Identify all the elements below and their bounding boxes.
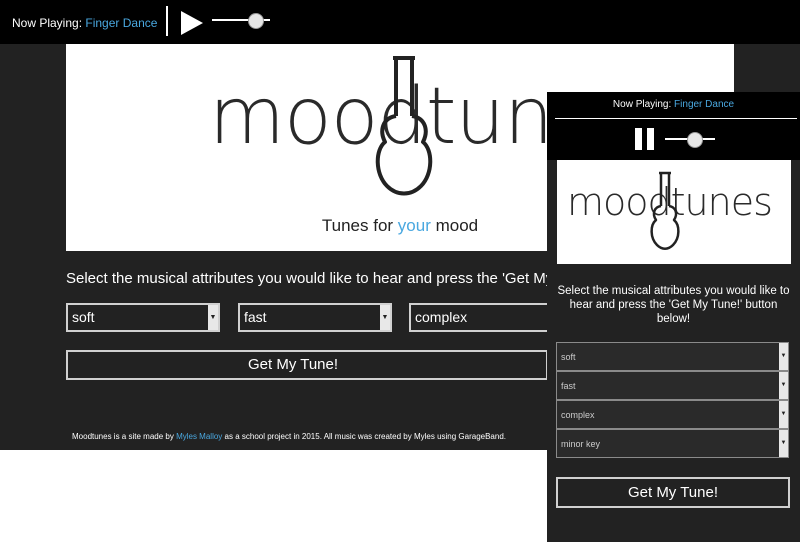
select-value: soft xyxy=(72,309,95,325)
mobile-player-bar: Now Playing: Finger Dance xyxy=(547,92,800,160)
chevron-down-icon: ▼ xyxy=(779,343,788,370)
pause-bar-left xyxy=(635,128,642,150)
mobile-view: Now Playing: Finger Dance moodtunes Sele… xyxy=(547,92,800,542)
select-tempo[interactable]: fast ▼ xyxy=(556,371,789,400)
footer-text-end: as a school project in 2015. All music w… xyxy=(222,432,506,441)
tagline-highlight: your xyxy=(397,216,431,235)
now-playing: Now Playing: Finger Dance xyxy=(547,99,800,110)
select-value: complex xyxy=(561,410,595,420)
volume-slider[interactable] xyxy=(665,132,715,148)
select-value: fast xyxy=(244,309,267,325)
instructions: Select the musical attributes you would … xyxy=(557,285,790,325)
pause-bar-right xyxy=(647,128,654,150)
volume-slider[interactable] xyxy=(212,13,270,29)
button-label: Get My Tune! xyxy=(248,356,339,373)
mobile-hero-banner: moodtunes xyxy=(557,160,791,264)
select-value: soft xyxy=(561,352,576,362)
select-value: minor key xyxy=(561,439,601,449)
divider xyxy=(555,118,797,119)
now-playing-song: Finger Dance xyxy=(85,16,158,30)
guitar-icon xyxy=(650,171,680,250)
guitar-icon xyxy=(375,56,433,196)
now-playing-label: Now Playing: xyxy=(12,16,83,30)
play-icon[interactable] xyxy=(180,10,204,36)
volume-knob[interactable] xyxy=(687,132,703,148)
footer-text: Moodtunes is a site made by xyxy=(72,432,177,441)
now-playing-label: Now Playing: xyxy=(612,99,672,110)
tagline-text: Tunes for xyxy=(321,216,398,235)
select-key[interactable]: minor key ▼ xyxy=(556,429,789,458)
volume-knob[interactable] xyxy=(248,13,264,29)
now-playing-song: Finger Dance xyxy=(674,99,735,110)
chevron-down-icon: ▼ xyxy=(779,401,788,428)
get-my-tune-button[interactable]: Get My Tune! xyxy=(66,350,548,380)
chevron-down-icon: ▼ xyxy=(208,305,218,330)
select-volume[interactable]: soft ▼ xyxy=(556,342,789,371)
select-value: fast xyxy=(561,381,576,391)
chevron-down-icon: ▼ xyxy=(380,305,390,330)
select-volume[interactable]: soft ▼ xyxy=(66,303,220,332)
footer: Moodtunes is a site made by Myles Malloy… xyxy=(72,432,506,441)
tagline-text-end: mood xyxy=(430,216,479,235)
player-bar: Now Playing: Finger Dance xyxy=(0,0,800,44)
now-playing: Now Playing: Finger Dance xyxy=(12,16,157,30)
chevron-down-icon: ▼ xyxy=(779,430,788,457)
author-link[interactable]: Myles Malloy xyxy=(176,432,222,441)
select-complexity[interactable]: complex xyxy=(409,303,549,332)
instructions: Select the musical attributes you would … xyxy=(66,270,554,287)
select-complexity[interactable]: complex ▼ xyxy=(556,400,789,429)
chevron-down-icon: ▼ xyxy=(779,372,788,399)
pause-icon[interactable] xyxy=(635,128,655,150)
divider xyxy=(166,6,168,36)
button-label: Get My Tune! xyxy=(627,484,719,501)
select-value: complex xyxy=(415,309,468,325)
get-my-tune-button[interactable]: Get My Tune! xyxy=(556,477,790,508)
select-tempo[interactable]: fast ▼ xyxy=(238,303,392,332)
